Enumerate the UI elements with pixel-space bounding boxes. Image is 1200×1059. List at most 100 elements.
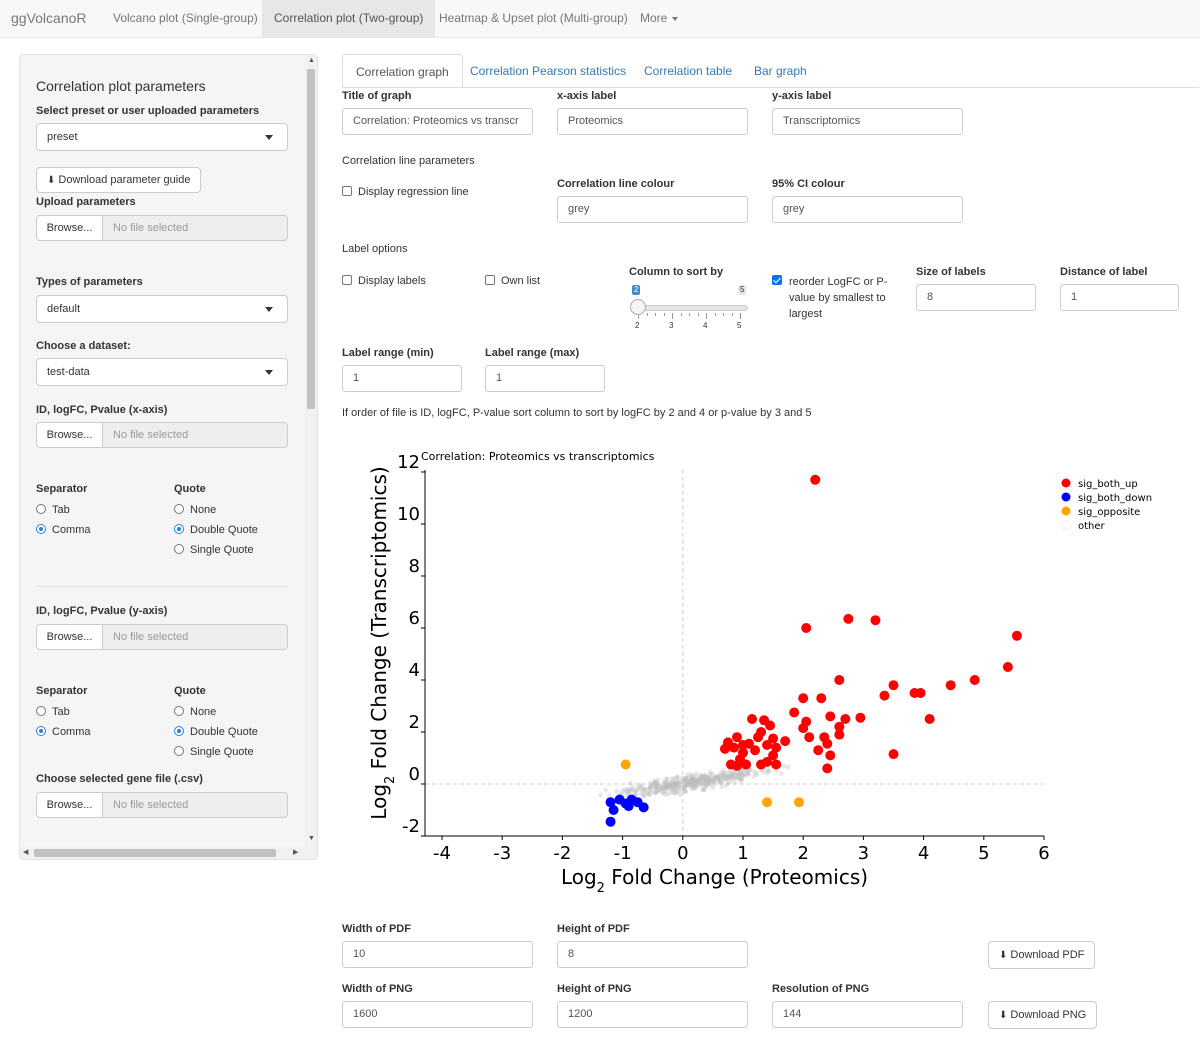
upload-parameters-label: Upload parameters bbox=[36, 196, 136, 208]
separator-tab-radio-2[interactable]: Tab bbox=[36, 705, 70, 719]
radio-label: Tab bbox=[52, 504, 70, 516]
legend-marker-sig-opposite bbox=[1061, 506, 1071, 516]
x-tick-label: 3 bbox=[858, 843, 869, 864]
data-point-other bbox=[658, 783, 663, 789]
data-point-sig-both-up bbox=[780, 736, 791, 747]
browse-button[interactable]: Browse... bbox=[36, 215, 103, 241]
sidebar-vertical-scrollbar[interactable]: ▲ ▼ bbox=[305, 55, 317, 847]
xaxis-input[interactable]: Proteomics bbox=[557, 108, 748, 135]
dataset-select-value: test-data bbox=[47, 366, 90, 378]
quote-none-radio[interactable]: None bbox=[174, 503, 216, 517]
png-width-input[interactable]: 1600 bbox=[342, 1001, 533, 1028]
x-tick-label: -2 bbox=[553, 843, 571, 864]
quote-double-radio[interactable]: Double Quote bbox=[174, 523, 258, 537]
data-point-sig-both-up bbox=[750, 745, 761, 756]
chevron-down-icon bbox=[672, 16, 679, 21]
label-distance-label: Distance of label bbox=[1060, 266, 1148, 278]
data-point-sig-both-up bbox=[762, 740, 773, 750]
quote-none-radio-2[interactable]: None bbox=[174, 705, 216, 719]
quote-single-radio[interactable]: Single Quote bbox=[174, 543, 254, 557]
legend-marker-sig-both-up bbox=[1061, 478, 1071, 488]
pdf-width-input[interactable]: 10 bbox=[342, 941, 533, 968]
slider-track[interactable] bbox=[631, 305, 748, 311]
sidebar-horizontal-scrollbar[interactable]: ◀ ▶ bbox=[20, 847, 317, 859]
scroll-down-icon[interactable]: ▼ bbox=[308, 835, 315, 843]
display-regression-checkbox[interactable]: Display regression line bbox=[342, 185, 469, 199]
tab-pearson-statistics[interactable]: Correlation Pearson statistics bbox=[457, 54, 639, 88]
data-point-sig-both-up bbox=[924, 714, 935, 724]
slider-tick-label: 2 bbox=[635, 321, 640, 330]
scroll-left-icon[interactable]: ◀ bbox=[23, 849, 28, 857]
download-parameter-guide-button[interactable]: ⬇ Download parameter guide bbox=[36, 167, 202, 193]
nav-correlation[interactable]: Correlation plot (Two-group) bbox=[262, 0, 436, 38]
radio-label: Tab bbox=[52, 706, 70, 718]
title-input[interactable]: Correlation: Proteomics vs transcr bbox=[342, 108, 533, 135]
download-pdf-button[interactable]: ⬇ Download PDF bbox=[988, 941, 1096, 969]
browse-button[interactable]: Browse... bbox=[36, 422, 103, 448]
data-point-other bbox=[785, 764, 791, 770]
line-colour-input[interactable]: grey bbox=[557, 196, 748, 223]
label-range-max-input[interactable]: 1 bbox=[485, 365, 605, 392]
scrollbar-thumb[interactable] bbox=[34, 849, 276, 857]
line-colour-label: Correlation line colour bbox=[557, 178, 675, 190]
radio-checked-icon bbox=[174, 726, 184, 736]
nav-more-dropdown[interactable]: More bbox=[628, 0, 690, 38]
yaxis-input[interactable]: Transcriptomics bbox=[772, 108, 963, 135]
png-width-label: Width of PNG bbox=[342, 983, 413, 995]
label-size-input[interactable]: 8 bbox=[916, 284, 1036, 311]
types-select[interactable]: default bbox=[36, 295, 288, 323]
divider bbox=[36, 586, 288, 587]
dataset-select[interactable]: test-data bbox=[36, 358, 288, 386]
radio-checked-icon bbox=[174, 524, 184, 534]
chart-legend: sig_both_up sig_both_down sig_oppositeothe… bbox=[1061, 478, 1152, 532]
own-list-checkbox[interactable]: Own list bbox=[485, 274, 540, 288]
slider-value-badge: 2 bbox=[632, 285, 641, 295]
x-tick-labels: -4 -3 -2 -1 0 1 2 3 4 5 6 bbox=[433, 843, 1050, 864]
slider-tick bbox=[663, 313, 665, 316]
quote-single-radio-2[interactable]: Single Quote bbox=[174, 745, 254, 759]
brand-title[interactable]: ggVolcanoR bbox=[11, 10, 87, 26]
y-tick-label: 10 bbox=[397, 504, 420, 525]
browse-button[interactable]: Browse... bbox=[36, 792, 103, 818]
separator-tab-radio[interactable]: Tab bbox=[36, 503, 70, 517]
data-point-sig-both-up bbox=[753, 732, 764, 743]
reorder-checkbox[interactable] bbox=[772, 274, 788, 288]
ci-colour-input[interactable]: grey bbox=[772, 196, 963, 223]
tab-correlation-graph[interactable]: Correlation graph bbox=[342, 54, 463, 88]
label-range-min-input[interactable]: 1 bbox=[342, 365, 462, 392]
data-point-other bbox=[734, 773, 740, 779]
y-file-input: Browse... No file selected bbox=[36, 624, 288, 650]
browse-button[interactable]: Browse... bbox=[36, 624, 103, 650]
data-point-sig-both-up bbox=[798, 723, 809, 734]
preset-select[interactable]: preset bbox=[36, 123, 288, 151]
slider-tick bbox=[706, 313, 707, 319]
download-png-button[interactable]: ⬇ Download PNG bbox=[988, 1001, 1098, 1029]
nav-heatmap[interactable]: Heatmap & Upset plot (Multi-group) bbox=[427, 0, 640, 38]
checkbox-icon bbox=[485, 275, 495, 285]
display-labels-checkbox[interactable]: Display labels bbox=[342, 274, 426, 288]
label-distance-input[interactable]: 1 bbox=[1060, 284, 1179, 311]
y-file-label: ID, logFC, Pvalue (y-axis) bbox=[36, 605, 168, 617]
nav-volcano[interactable]: Volcano plot (Single-group) bbox=[101, 0, 270, 38]
file-name-display: No file selected bbox=[102, 792, 288, 818]
png-height-input[interactable]: 1200 bbox=[557, 1001, 748, 1028]
scrollbar-thumb[interactable] bbox=[307, 69, 315, 409]
separator-comma-radio-2[interactable]: Comma bbox=[36, 725, 91, 739]
x-tick-label: 0 bbox=[677, 843, 688, 864]
sort-column-slider[interactable]: 2 5 2 3 4 5 bbox=[629, 283, 749, 333]
quote-double-radio-2[interactable]: Double Quote bbox=[174, 725, 258, 739]
png-resolution-input[interactable]: 144 bbox=[772, 1001, 963, 1028]
corr-section-title: Correlation line parameters bbox=[342, 155, 475, 167]
x-tick-label: -4 bbox=[433, 843, 451, 864]
tab-bar-graph[interactable]: Bar graph bbox=[741, 54, 820, 88]
pdf-height-input[interactable]: 8 bbox=[557, 941, 748, 968]
separator-comma-radio[interactable]: Comma bbox=[36, 523, 91, 537]
scroll-right-icon[interactable]: ▶ bbox=[293, 849, 298, 857]
legend-label: sig_both_up bbox=[1078, 479, 1138, 490]
scroll-up-icon[interactable]: ▲ bbox=[308, 57, 315, 65]
data-point-other bbox=[694, 777, 700, 783]
chevron-down-icon bbox=[265, 370, 273, 375]
slider-handle[interactable] bbox=[630, 299, 646, 315]
data-point-sig-both-down bbox=[608, 805, 619, 815]
tab-correlation-table[interactable]: Correlation table bbox=[631, 54, 745, 88]
